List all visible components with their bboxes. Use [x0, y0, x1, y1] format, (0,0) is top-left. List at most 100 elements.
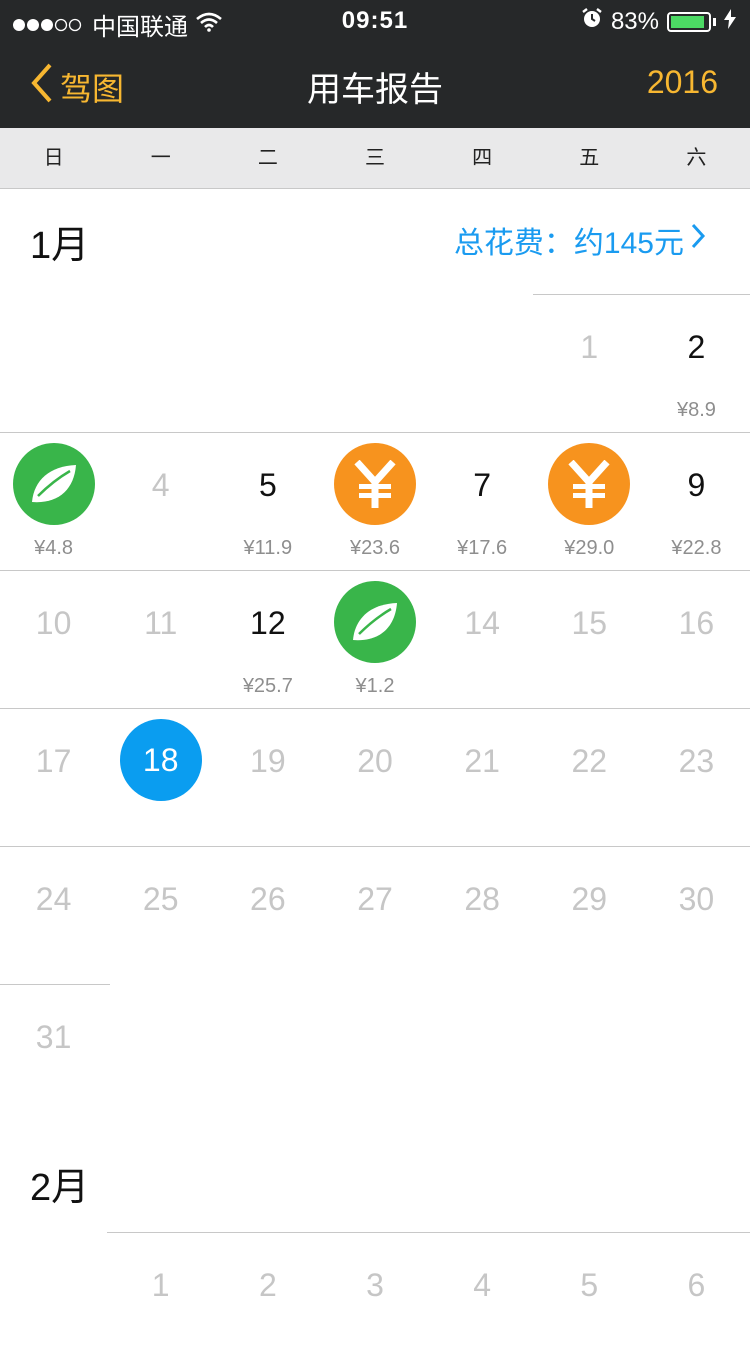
day-cell-jan-1[interactable]: 1: [536, 295, 643, 433]
top-bar: 中国联通 09:51 83% 驾图 用车报告 2016: [0, 0, 750, 128]
day-number: 24: [35, 881, 72, 917]
day-cost: ¥1.2: [355, 675, 395, 697]
status-bar: 中国联通 09:51 83%: [0, 0, 750, 41]
day-number: 3: [366, 1267, 384, 1303]
day-cell-jan-9[interactable]: 9 ¥22.8: [643, 433, 750, 571]
day-cell-jan-12[interactable]: 12 ¥25.7: [214, 571, 321, 709]
day-number: 9: [687, 467, 706, 503]
day-cell-jan-29[interactable]: 29: [536, 847, 643, 985]
day-number: 1: [151, 1267, 170, 1303]
day-cell-jan-31[interactable]: 31: [0, 985, 107, 1123]
weekday-wed: 三: [364, 147, 385, 169]
day-cell-jan-13[interactable]: ¥1.2: [321, 571, 428, 709]
day-cell-jan-20[interactable]: 20: [321, 709, 428, 847]
day-cell-jan-6[interactable]: ¥23.6: [321, 433, 428, 571]
day-cell-jan-22[interactable]: 22: [536, 709, 643, 847]
day-number: 14: [464, 605, 500, 641]
day-number: 31: [35, 1019, 72, 1055]
day-cost: ¥25.7: [242, 675, 293, 697]
day-cell-jan-5[interactable]: 5 ¥11.9: [214, 433, 321, 571]
day-number: 12: [250, 605, 286, 641]
day-number: 15: [571, 605, 608, 641]
day-cost: ¥8.9: [676, 399, 716, 421]
day-number: 18: [142, 741, 179, 778]
back-button[interactable]: 驾图: [30, 62, 124, 112]
weekday-sun: 日: [43, 147, 64, 169]
day-number: 2: [258, 1267, 277, 1303]
total-cost-label: 总花费：约145元: [453, 227, 684, 260]
day-number: 11: [144, 605, 178, 641]
day-cost: ¥22.8: [671, 537, 722, 559]
day-cell-feb-4[interactable]: 4: [429, 1233, 536, 1371]
day-cell-jan-8[interactable]: ¥29.0: [536, 433, 643, 571]
day-cell-jan-26[interactable]: 26: [214, 847, 321, 985]
day-cell-jan-7[interactable]: 7 ¥17.6: [429, 433, 536, 571]
day-number: 17: [35, 743, 72, 779]
day-number: 7: [473, 467, 492, 503]
day-number: 19: [250, 743, 286, 779]
day-cell-jan-21[interactable]: 21: [429, 709, 536, 847]
day-cell-jan-17[interactable]: 17: [0, 709, 107, 847]
alarm-icon: [581, 7, 603, 36]
day-number: 21: [464, 743, 500, 779]
day-cell-jan-25[interactable]: 25: [107, 847, 214, 985]
day-cell-feb-1[interactable]: 1: [107, 1233, 214, 1371]
day-number: 28: [464, 881, 500, 917]
day-cell-jan-15[interactable]: 15: [536, 571, 643, 709]
weekday-thu: 四: [472, 147, 493, 169]
day-number: 6: [687, 1267, 706, 1303]
day-cell-jan-3[interactable]: ¥4.8: [0, 433, 107, 571]
back-label: 驾图: [60, 71, 125, 107]
day-cell-jan-19[interactable]: 19: [214, 709, 321, 847]
weekday-header: 日 一 二 三 四 五 六: [0, 128, 750, 189]
day-number: 27: [357, 881, 393, 917]
weekday-sat: 六: [686, 147, 707, 169]
day-number: 22: [571, 743, 608, 779]
day-number: 5: [580, 1267, 599, 1303]
day-number: 25: [142, 881, 179, 917]
chevron-left-icon: [30, 62, 54, 112]
day-cell-feb-5[interactable]: 5: [536, 1233, 643, 1371]
yuan-icon: [548, 443, 631, 525]
day-number: 4: [473, 1267, 492, 1303]
day-cost: ¥29.0: [564, 537, 615, 559]
day-cost: ¥23.6: [349, 537, 401, 559]
day-number: 4: [151, 467, 170, 503]
day-number: 29: [571, 881, 608, 917]
day-cell-jan-18[interactable]: 18: [107, 709, 214, 847]
day-cell-jan-14[interactable]: 14: [429, 571, 536, 709]
day-number: 26: [250, 881, 286, 917]
day-cell-jan-16[interactable]: 16: [643, 571, 750, 709]
day-cost: ¥4.8: [34, 537, 74, 559]
day-cell-feb-2[interactable]: 2: [214, 1233, 321, 1371]
day-cost: ¥11.9: [243, 537, 293, 559]
day-number: 10: [35, 605, 72, 641]
nav-bar: 驾图 用车报告 2016: [0, 40, 750, 128]
year-selector[interactable]: 2016: [647, 64, 718, 101]
battery-icon: [667, 11, 711, 32]
day-cell-jan-24[interactable]: 24: [0, 847, 107, 985]
day-cell-jan-2[interactable]: 2 ¥8.9: [643, 295, 750, 433]
day-cell-jan-28[interactable]: 28: [429, 847, 536, 985]
day-cell-jan-4[interactable]: 4: [107, 433, 214, 571]
weekday-mon: 一: [150, 147, 171, 169]
day-number: 20: [357, 743, 393, 779]
day-cell-feb-6[interactable]: 6: [643, 1233, 750, 1334]
day-cell-jan-11[interactable]: 11: [107, 571, 214, 709]
month-title: 2月: [30, 1167, 90, 1209]
day-number: 30: [678, 881, 715, 917]
month-header-jan: 1月 总花费：约145元: [0, 190, 750, 290]
day-cost: ¥17.6: [457, 537, 508, 559]
leaf-icon: [333, 581, 416, 663]
day-cell-feb-3[interactable]: 3: [321, 1233, 428, 1371]
day-cell-jan-23[interactable]: 23: [643, 709, 750, 847]
chevron-right-icon: [690, 222, 706, 258]
day-cell-jan-10[interactable]: 10: [0, 571, 107, 709]
total-cost-link[interactable]: 总花费：约145元: [454, 218, 706, 262]
day-cell-jan-30[interactable]: 30: [643, 847, 750, 985]
day-cell-jan-27[interactable]: 27: [321, 847, 428, 985]
charging-icon: [724, 8, 736, 36]
leaf-icon: [12, 443, 95, 525]
day-number: 2: [687, 329, 706, 365]
weekday-fri: 五: [579, 147, 600, 169]
